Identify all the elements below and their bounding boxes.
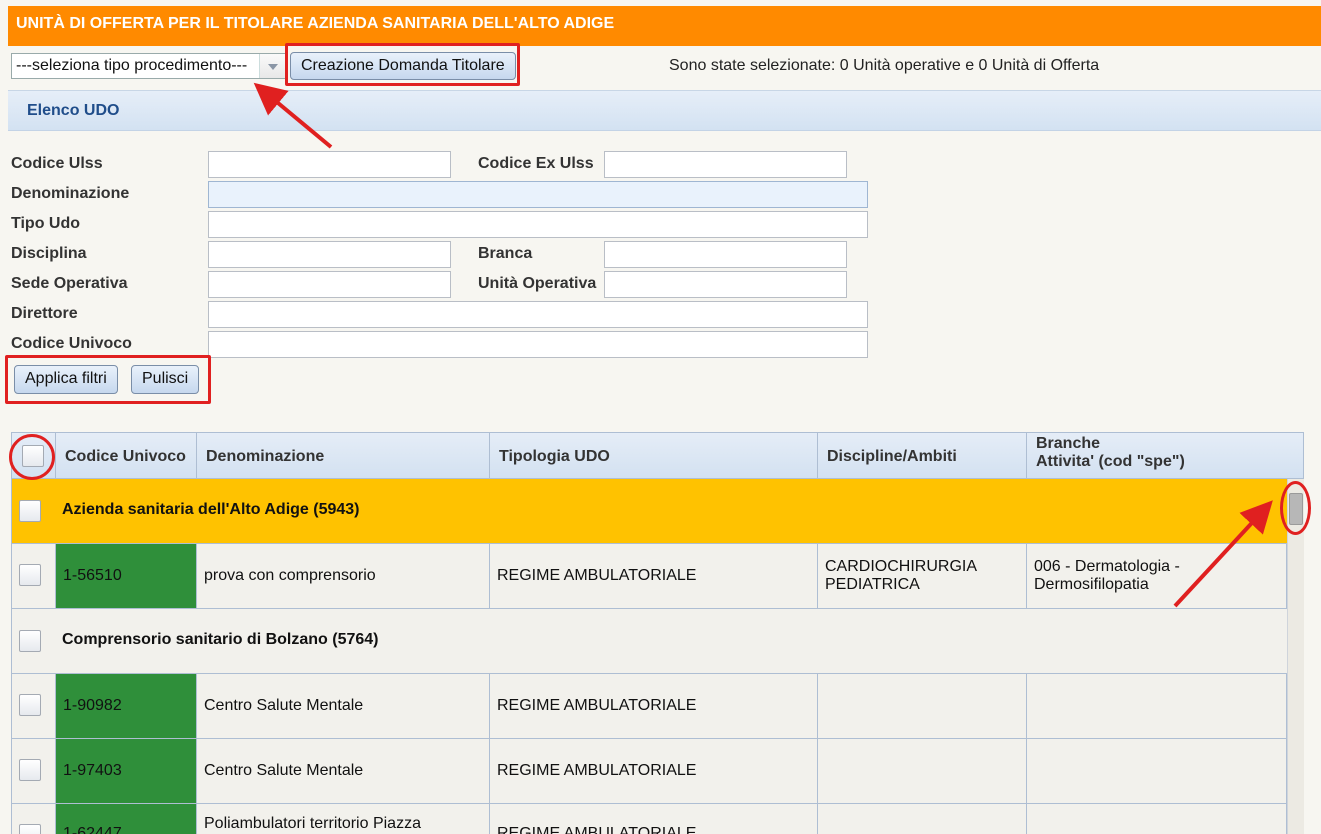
label-sede-operativa: Sede Operativa xyxy=(11,275,128,292)
row-checkbox[interactable] xyxy=(19,759,41,781)
cell-name: Poliambulatori territorio Piazza xyxy=(197,804,490,834)
udo-table: Codice Univoco Denominazione Tipologia U… xyxy=(11,432,1304,834)
procedure-type-select[interactable]: ---seleziona tipo procedimento--- xyxy=(11,53,286,79)
section-header: Elenco UDO xyxy=(8,90,1321,131)
codice-ex-ulss-input[interactable] xyxy=(604,151,847,178)
header-codice[interactable]: Codice Univoco xyxy=(56,433,197,479)
table-scrollbar[interactable] xyxy=(1287,479,1304,834)
label-disciplina: Disciplina xyxy=(11,245,87,262)
cell-type: REGIME AMBULATORIALE xyxy=(490,674,818,738)
group-row[interactable]: Comprensorio sanitario di Bolzano (5764) xyxy=(11,609,1287,674)
group-label: Azienda sanitaria dell'Alto Adige (5943) xyxy=(62,501,360,518)
sede-operativa-input[interactable] xyxy=(208,271,451,298)
label-codice-ulss: Codice Ulss xyxy=(11,155,103,172)
table-row[interactable]: 1-62447 Poliambulatori territorio Piazza… xyxy=(11,804,1287,834)
label-tipo-udo: Tipo Udo xyxy=(11,215,81,232)
cell-name: Centro Salute Mentale xyxy=(197,674,490,738)
cell-discipline xyxy=(818,739,1027,803)
header-tipologia[interactable]: Tipologia UDO xyxy=(490,433,818,479)
page: UNITÀ DI OFFERTA PER IL TITOLARE AZIENDA… xyxy=(0,0,1321,834)
cell-discipline: CARDIOCHIRURGIA PEDIATRICA xyxy=(818,544,1027,608)
group-checkbox[interactable] xyxy=(19,500,41,522)
row-select-cell xyxy=(12,674,56,738)
branca-input[interactable] xyxy=(604,241,847,268)
label-direttore: Direttore xyxy=(11,305,78,322)
row-checkbox[interactable] xyxy=(19,564,41,586)
row-checkbox[interactable] xyxy=(19,694,41,716)
header-branche[interactable]: Branche Attivita' (cod "spe") xyxy=(1027,433,1304,479)
group-row[interactable]: Azienda sanitaria dell'Alto Adige (5943) xyxy=(11,479,1287,544)
cell-code: 1-56510 xyxy=(56,544,197,608)
row-select-cell xyxy=(12,544,56,608)
table-row[interactable]: 1-97403 Centro Salute Mentale REGIME AMB… xyxy=(11,739,1287,804)
clear-filters-button[interactable]: Pulisci xyxy=(131,365,200,394)
cell-type: REGIME AMBULATORIALE xyxy=(490,739,818,803)
cell-type: REGIME AMBULATORIALE xyxy=(490,544,818,608)
create-domanda-button[interactable]: Creazione Domanda Titolare xyxy=(290,52,516,80)
apply-filters-button[interactable]: Applica filtri xyxy=(14,365,118,394)
cell-branche xyxy=(1027,804,1287,834)
selection-status: Sono state selezionate: 0 Unità operativ… xyxy=(669,57,1100,74)
table-row[interactable]: 1-56510 prova con comprensorio REGIME AM… xyxy=(11,544,1287,609)
page-title: UNITÀ DI OFFERTA PER IL TITOLARE AZIENDA… xyxy=(8,6,1321,46)
cell-branche xyxy=(1027,674,1287,738)
cell-discipline xyxy=(818,804,1027,834)
cell-branche xyxy=(1027,739,1287,803)
unita-operativa-input[interactable] xyxy=(604,271,847,298)
cell-branche: 006 - Dermatologia - Dermosifilopatia xyxy=(1027,544,1287,608)
section-title: Elenco UDO xyxy=(27,102,120,119)
table-row[interactable]: 1-90982 Centro Salute Mentale REGIME AMB… xyxy=(11,674,1287,739)
label-denominazione: Denominazione xyxy=(11,185,130,202)
row-select-cell xyxy=(12,739,56,803)
disciplina-input[interactable] xyxy=(208,241,451,268)
select-all-checkbox[interactable] xyxy=(22,445,44,467)
cell-name: Centro Salute Mentale xyxy=(197,739,490,803)
cell-code: 1-97403 xyxy=(56,739,197,803)
label-unita-operativa: Unità Operativa xyxy=(478,275,597,292)
label-codice-ex-ulss: Codice Ex Ulss xyxy=(478,155,594,172)
table-header: Codice Univoco Denominazione Tipologia U… xyxy=(11,432,1304,479)
denominazione-input[interactable] xyxy=(208,181,868,208)
row-checkbox[interactable] xyxy=(19,824,41,834)
header-discipline[interactable]: Discipline/Ambiti xyxy=(818,433,1027,479)
label-branca: Branca xyxy=(478,245,533,262)
cell-code: 1-62447 xyxy=(56,804,197,834)
cell-code: 1-90982 xyxy=(56,674,197,738)
cell-name: prova con comprensorio xyxy=(197,544,490,608)
row-select-cell xyxy=(12,804,56,834)
direttore-input[interactable] xyxy=(208,301,868,328)
group-checkbox[interactable] xyxy=(19,630,41,652)
tipo-udo-input[interactable] xyxy=(208,211,868,238)
cell-discipline xyxy=(818,674,1027,738)
header-denominazione[interactable]: Denominazione xyxy=(197,433,490,479)
codice-univoco-input[interactable] xyxy=(208,331,868,358)
toolbar: ---seleziona tipo procedimento--- Creazi… xyxy=(8,46,1321,90)
procedure-type-select-value: ---seleziona tipo procedimento--- xyxy=(16,57,248,74)
scrollbar-thumb[interactable] xyxy=(1289,493,1303,525)
header-select-cell xyxy=(12,433,56,479)
label-codice-univoco: Codice Univoco xyxy=(11,335,132,352)
group-label: Comprensorio sanitario di Bolzano (5764) xyxy=(62,631,379,648)
cell-type: REGIME AMBULATORIALE xyxy=(490,804,818,834)
chevron-down-icon[interactable] xyxy=(259,54,285,78)
codice-ulss-input[interactable] xyxy=(208,151,451,178)
